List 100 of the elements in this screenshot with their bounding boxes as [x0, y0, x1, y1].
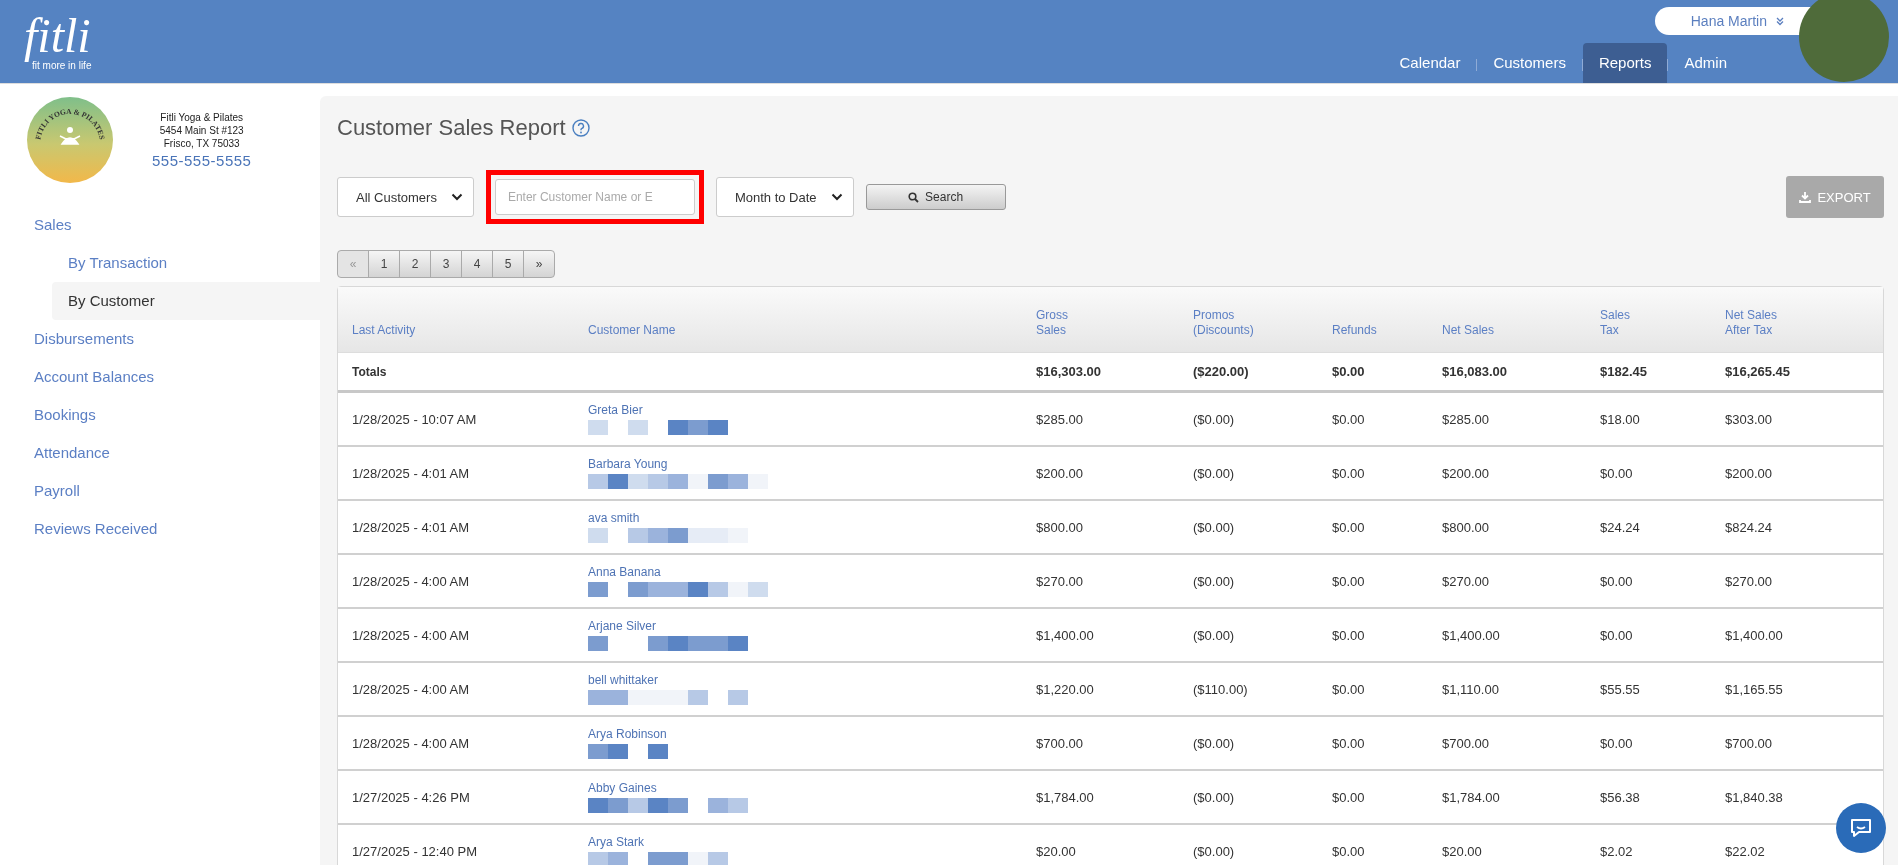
table-cell: ($0.00)	[1193, 789, 1235, 805]
table-cell: $285.00	[1442, 411, 1489, 427]
table-cell: $200.00	[1442, 465, 1489, 481]
table-cell: ($0.00)	[1193, 627, 1235, 643]
column-header[interactable]: Sales Tax	[1600, 308, 1631, 338]
logo[interactable]: fitli	[14, 12, 92, 60]
table-cell: $0.00	[1600, 573, 1633, 589]
table-cell: $1,220.00	[1036, 681, 1094, 697]
last-page-button[interactable]: »	[523, 250, 555, 278]
totals-cell: $0.00	[1332, 364, 1365, 379]
table-cell: $200.00	[1036, 465, 1083, 481]
chevron-down-icon	[1775, 16, 1785, 26]
table-cell: ($0.00)	[1193, 519, 1235, 535]
search-button[interactable]: Search	[865, 184, 1006, 210]
studio-address: Frisco, TX 75033	[163, 137, 240, 150]
table-cell: ($0.00)	[1193, 465, 1235, 481]
table-cell: $303.00	[1725, 411, 1772, 427]
column-header[interactable]: Last Activity	[352, 323, 416, 338]
table-cell: $1,400.00	[1442, 627, 1500, 643]
page-button[interactable]: 5	[492, 250, 524, 278]
table-cell: ($0.00)	[1193, 735, 1235, 751]
sidebar-item[interactable]: Reviews Received	[0, 510, 320, 548]
table-cell: $270.00	[1036, 573, 1083, 589]
column-header[interactable]: Promos (Discounts)	[1193, 308, 1254, 338]
sidebar-item[interactable]: Sales	[0, 206, 320, 244]
customer-select[interactable]: All Customers	[337, 177, 474, 217]
table-cell: 1/28/2025 - 4:00 AM	[352, 627, 470, 643]
customer-link[interactable]: Barbara Young	[588, 457, 668, 471]
table-cell: 1/28/2025 - 10:07 AM	[352, 411, 477, 427]
table-cell: ($0.00)	[1193, 573, 1235, 589]
page-button[interactable]: 4	[461, 250, 493, 278]
table-cell: $0.00	[1332, 411, 1365, 427]
customer-link[interactable]: Arya Stark	[588, 835, 644, 849]
page-button[interactable]: 1	[368, 250, 400, 278]
table-cell: $22.02	[1725, 843, 1765, 859]
customer-link[interactable]: Greta Bier	[588, 403, 643, 417]
first-page-button[interactable]: «	[337, 250, 369, 278]
table-cell: $700.00	[1725, 735, 1772, 751]
nav-tab[interactable]: Calendar	[1383, 43, 1477, 83]
totals-label: Totals	[352, 364, 387, 379]
search-icon	[908, 191, 920, 203]
help-icon[interactable]	[571, 119, 590, 137]
nav-tab[interactable]: Customers	[1477, 43, 1582, 83]
sidebar-item[interactable]: Attendance	[0, 434, 320, 472]
table-cell: 1/28/2025 - 4:01 AM	[352, 465, 470, 481]
sidebar-item[interactable]: Bookings	[0, 396, 320, 434]
search-field[interactable]: Enter Customer Name or E	[494, 179, 695, 215]
period-select[interactable]: Month to Date	[715, 177, 854, 217]
table-cell: $56.38	[1600, 789, 1640, 805]
table-cell: $1,110.00	[1442, 681, 1499, 697]
sidebar-item[interactable]: Payroll	[0, 472, 320, 510]
table-cell: $285.00	[1036, 411, 1083, 427]
column-header[interactable]: Net Sales	[1442, 323, 1495, 338]
chat-bubble-icon	[1849, 816, 1873, 840]
table-cell: $0.00	[1600, 627, 1633, 643]
caret-icon	[830, 193, 843, 201]
table-cell: $700.00	[1036, 735, 1083, 751]
table-cell: $0.00	[1332, 573, 1365, 589]
nav-tab[interactable]: Admin	[1668, 43, 1743, 83]
table-cell: ($0.00)	[1193, 411, 1235, 427]
column-header[interactable]: Net Sales After Tax	[1725, 308, 1778, 338]
table-cell: $24.24	[1600, 519, 1640, 535]
table-cell: $1,400.00	[1725, 627, 1783, 643]
table-cell: 1/27/2025 - 4:26 PM	[352, 789, 470, 805]
nav-tab[interactable]: Reports	[1582, 43, 1668, 83]
column-header[interactable]: Refunds	[1332, 323, 1377, 338]
table-cell: $270.00	[1725, 573, 1772, 589]
sidebar-item[interactable]: Disbursements	[0, 320, 320, 358]
caret-icon	[450, 193, 463, 201]
page-button[interactable]: 2	[399, 250, 431, 278]
customer-link[interactable]: ava smith	[588, 511, 640, 525]
column-header[interactable]: Customer Name	[588, 323, 676, 338]
table-cell: $0.00	[1332, 843, 1365, 859]
table-cell: $1,165.55	[1725, 681, 1783, 697]
table-cell: $800.00	[1036, 519, 1083, 535]
customer-link[interactable]: Anna Banana	[588, 565, 661, 579]
studio-phone: 555-555-5555	[152, 152, 252, 169]
customer-link[interactable]: Arjane Silver	[588, 619, 657, 633]
table-cell: $0.00	[1332, 627, 1365, 643]
table-cell: $0.00	[1600, 735, 1633, 751]
table-cell: $2.02	[1600, 843, 1633, 859]
sidebar-subitem[interactable]: By Customer	[52, 282, 320, 320]
table-cell: $0.00	[1332, 519, 1365, 535]
page-button[interactable]: 3	[430, 250, 462, 278]
table-cell: 1/28/2025 - 4:01 AM	[352, 519, 470, 535]
table-cell: 1/28/2025 - 4:00 AM	[352, 573, 470, 589]
table-cell: $0.00	[1332, 681, 1365, 697]
sidebar-item[interactable]: Account Balances	[0, 358, 320, 396]
customer-link[interactable]: bell whittaker	[588, 673, 659, 687]
table-cell: $1,784.00	[1442, 789, 1500, 805]
download-icon	[1799, 191, 1812, 203]
sidebar-subitem[interactable]: By Transaction	[52, 244, 320, 282]
table-cell: $20.00	[1442, 843, 1482, 859]
table-cell: $1,784.00	[1036, 789, 1094, 805]
customer-link[interactable]: Abby Gaines	[588, 781, 657, 795]
customer-link[interactable]: Arya Robinson	[588, 727, 667, 741]
table-cell: $0.00	[1332, 735, 1365, 751]
table-cell: $18.00	[1600, 411, 1640, 427]
table-cell: $270.00	[1442, 573, 1489, 589]
column-header[interactable]: Gross Sales	[1036, 308, 1068, 338]
